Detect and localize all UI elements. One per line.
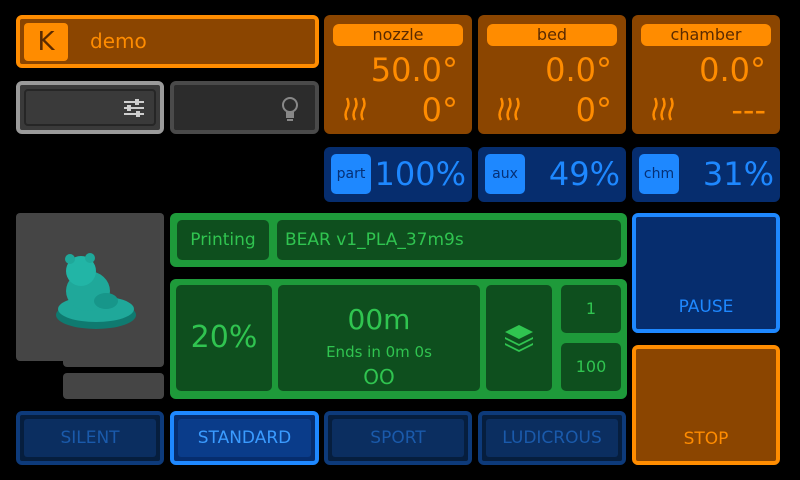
sliders-icon [124,99,144,117]
job-status: Printing [177,220,269,260]
temp-actual: 0.0° [699,51,766,89]
ends-in: Ends in 0m 0s [326,343,432,361]
fan-panel-aux[interactable]: aux 49% [478,147,626,202]
temp-actual: 0.0° [545,51,612,89]
thumbnail-overlay [63,355,164,367]
stop-label: STOP [683,429,729,449]
temp-panel-chamber[interactable]: chamber 0.0° --- [632,15,780,134]
temp-panel-bed[interactable]: bed 0.0° 0° [478,15,626,134]
progress-percent: 20% [190,320,258,355]
speed-ludicrous-button[interactable]: LUDICROUS [478,411,626,465]
remaining-time: OO [363,365,395,389]
progress-cell: 20% [176,285,272,391]
pause-button[interactable]: PAUSE [632,213,780,333]
job-status-text: Printing [190,230,256,250]
settings-button[interactable] [16,81,164,134]
logo-letter: K [37,27,55,57]
printer-name: demo [90,29,147,53]
thumbnail-action-button[interactable] [63,373,164,399]
time-cell: 00m Ends in 0m 0s OO [278,285,480,391]
job-filename-text: BEAR v1_PLA_37m9s [285,230,464,250]
speed-silent-button[interactable]: SILENT [16,411,164,465]
model-preview-image [56,253,136,329]
light-button[interactable] [170,81,319,134]
temp-label: nozzle [333,24,463,46]
speed-label: SILENT [60,428,120,448]
temp-panel-nozzle[interactable]: nozzle 50.0° 0° [324,15,472,134]
fan-value: 49% [548,155,620,193]
speed-label: SPORT [370,428,426,448]
layers-icon [505,325,533,352]
fan-value: 31% [702,155,774,193]
fan-label: aux [485,154,525,194]
layer-current: 1 [585,299,597,318]
job-filename: BEAR v1_PLA_37m9s [277,220,621,260]
temp-label: chamber [641,24,771,46]
fan-label: part [331,154,371,194]
speed-label: LUDICROUS [502,428,602,448]
heater-icon [498,97,520,121]
model-thumbnail[interactable] [16,213,164,361]
temp-target: 0° [575,91,612,129]
temp-target: --- [731,91,766,129]
heater-icon [652,97,674,121]
temp-target: 0° [421,91,458,129]
job-status-bar: Printing BEAR v1_PLA_37m9s [170,213,627,267]
stop-button[interactable]: STOP [632,345,780,465]
layers-button[interactable] [486,285,552,391]
temp-actual: 50.0° [370,51,458,89]
speed-label: STANDARD [197,428,292,448]
fan-panel-chamber[interactable]: chm 31% [632,147,780,202]
layer-current-cell: 1 [561,285,621,333]
lightbulb-icon [282,97,298,121]
elapsed-time: 00m [347,303,411,336]
layer-total-cell: 100 [561,343,621,391]
printer-header[interactable]: K demo [16,15,319,68]
layer-total: 100 [575,357,607,376]
job-progress-panel: 20% 00m Ends in 0m 0s OO 1 100 [170,279,627,399]
fan-panel-part[interactable]: part 100% [324,147,472,202]
pause-label: PAUSE [678,297,734,317]
temp-label: bed [487,24,617,46]
speed-sport-button[interactable]: SPORT [324,411,472,465]
fan-label: chm [639,154,679,194]
heater-icon [344,97,366,121]
fan-value: 100% [374,155,466,193]
speed-standard-button[interactable]: STANDARD [170,411,319,465]
